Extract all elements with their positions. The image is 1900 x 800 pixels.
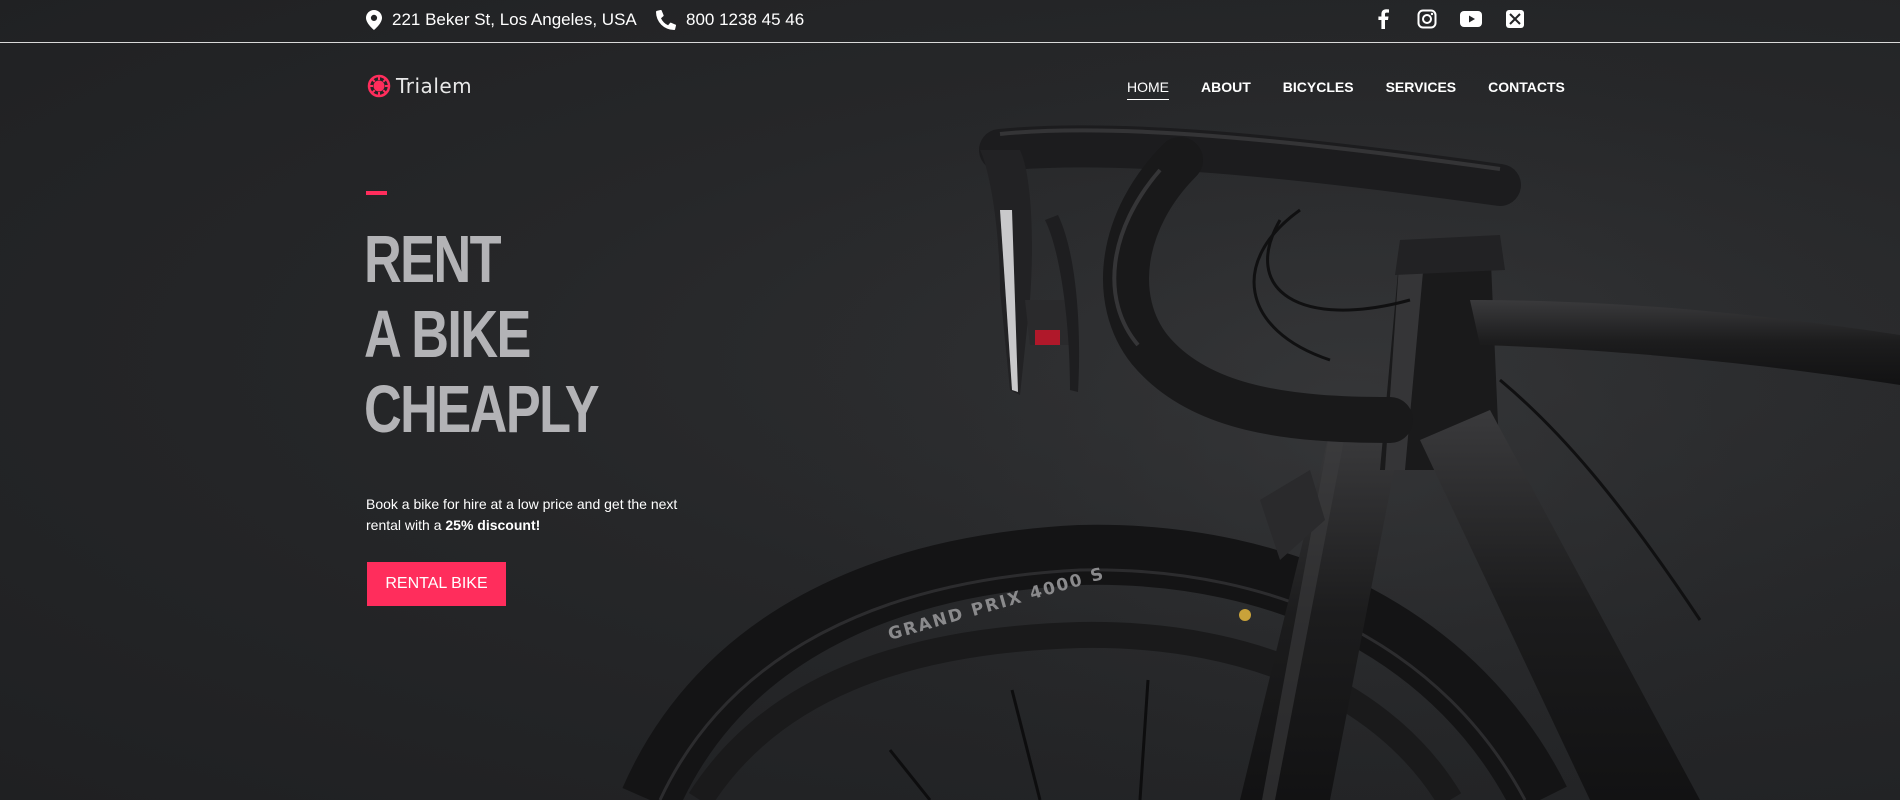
brake-levers xyxy=(980,150,1080,395)
brand-name: Trialem xyxy=(396,74,473,98)
hero-title-line: A BIKE xyxy=(364,297,531,372)
youtube-icon[interactable] xyxy=(1460,8,1482,30)
nav-item-home[interactable]: HOME xyxy=(1127,79,1169,100)
page: GRAND PRIX 4000 S 221 Beker St, Los Ange… xyxy=(0,0,1900,800)
hero-accent-dash xyxy=(366,191,387,195)
hero-title-line: RENT xyxy=(364,222,502,297)
social-links xyxy=(1372,8,1526,30)
bike-handlebar xyxy=(979,125,1521,443)
bike-fork xyxy=(1240,430,1400,800)
tire-label: GRAND PRIX 4000 S xyxy=(886,564,1108,645)
hero-title-line: CHEAPLY xyxy=(364,372,600,447)
address-info[interactable]: 221 Beker St, Los Angeles, USA xyxy=(366,9,637,31)
nav-item-contacts[interactable]: CONTACTS xyxy=(1488,79,1565,100)
front-wheel: GRAND PRIX 4000 S xyxy=(622,524,1567,800)
facebook-icon[interactable] xyxy=(1372,8,1394,30)
main-nav: HOME ABOUT BICYCLES SERVICES CONTACTS xyxy=(1127,79,1565,100)
nav-item-services[interactable]: SERVICES xyxy=(1386,79,1457,100)
phone-info[interactable]: 800 1238 45 46 xyxy=(656,9,804,31)
gear-logo-icon xyxy=(367,74,391,98)
discount-highlight: 25% discount! xyxy=(445,517,541,533)
site-logo[interactable]: Trialem xyxy=(367,74,472,98)
brake-caliper xyxy=(1239,470,1325,621)
hero-title: RENT A BIKE CHEAPLY xyxy=(364,222,600,447)
x-icon[interactable] xyxy=(1504,8,1526,30)
hero-description: Book a bike for hire at a low price and … xyxy=(366,494,706,536)
instagram-icon[interactable] xyxy=(1416,8,1438,30)
phone-text: 800 1238 45 46 xyxy=(686,10,805,29)
rental-bike-button[interactable]: RENTAL BIKE xyxy=(367,562,506,606)
address-text: 221 Beker St, Los Angeles, USA xyxy=(392,10,637,29)
bike-frame xyxy=(1380,235,1900,800)
nav-item-about[interactable]: ABOUT xyxy=(1201,79,1251,100)
bike-illustration: GRAND PRIX 4000 S xyxy=(622,0,1900,800)
top-info-bar: 221 Beker St, Los Angeles, USA 800 1238 … xyxy=(0,0,1900,43)
location-pin-icon xyxy=(366,10,382,30)
nav-item-bicycles[interactable]: BICYCLES xyxy=(1283,79,1354,100)
phone-icon xyxy=(656,10,676,30)
bike-cables xyxy=(1252,208,1702,621)
